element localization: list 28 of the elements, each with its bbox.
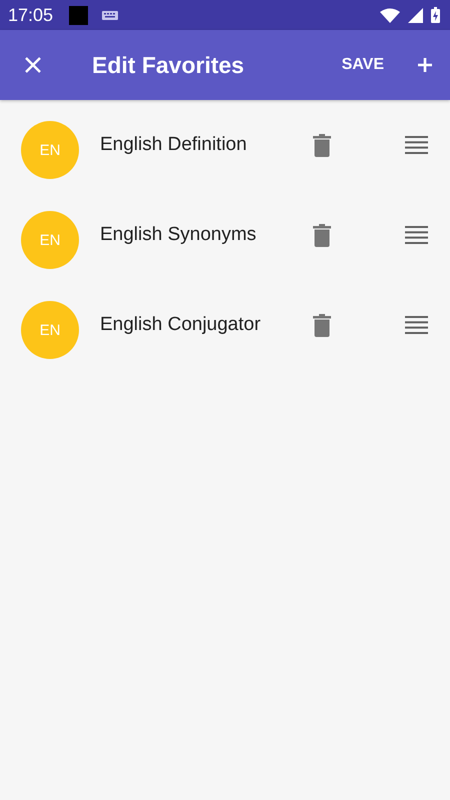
favorite-item[interactable]: EN English Synonyms	[0, 195, 450, 285]
language-badge: EN	[21, 211, 79, 269]
signal-icon	[408, 8, 423, 22]
close-icon	[24, 56, 42, 74]
keyboard-icon	[102, 10, 118, 20]
notification-icon	[69, 6, 88, 24]
drag-handle-icon[interactable]	[405, 316, 428, 334]
favorite-name: English Conjugator	[100, 314, 262, 336]
status-time: 17:05	[8, 4, 54, 26]
trash-icon	[313, 224, 331, 246]
language-badge: EN	[21, 301, 79, 359]
battery-icon	[431, 7, 440, 23]
delete-button[interactable]	[313, 314, 331, 336]
favorite-item[interactable]: EN English Definition	[0, 105, 450, 195]
trash-icon	[313, 134, 331, 156]
drag-handle-icon[interactable]	[405, 226, 428, 244]
favorite-item[interactable]: EN English Conjugator	[0, 285, 450, 375]
delete-button[interactable]	[313, 224, 331, 246]
trash-icon	[313, 314, 331, 336]
language-badge: EN	[21, 121, 79, 179]
drag-handle-icon[interactable]	[405, 136, 428, 154]
delete-button[interactable]	[313, 134, 331, 156]
screen-title: Edit Favorites	[92, 52, 246, 78]
plus-icon	[418, 58, 432, 72]
wifi-icon	[380, 8, 400, 22]
save-button[interactable]: SAVE	[338, 50, 388, 80]
favorite-name: English Synonyms	[100, 224, 258, 246]
favorite-name: English Definition	[100, 134, 248, 156]
